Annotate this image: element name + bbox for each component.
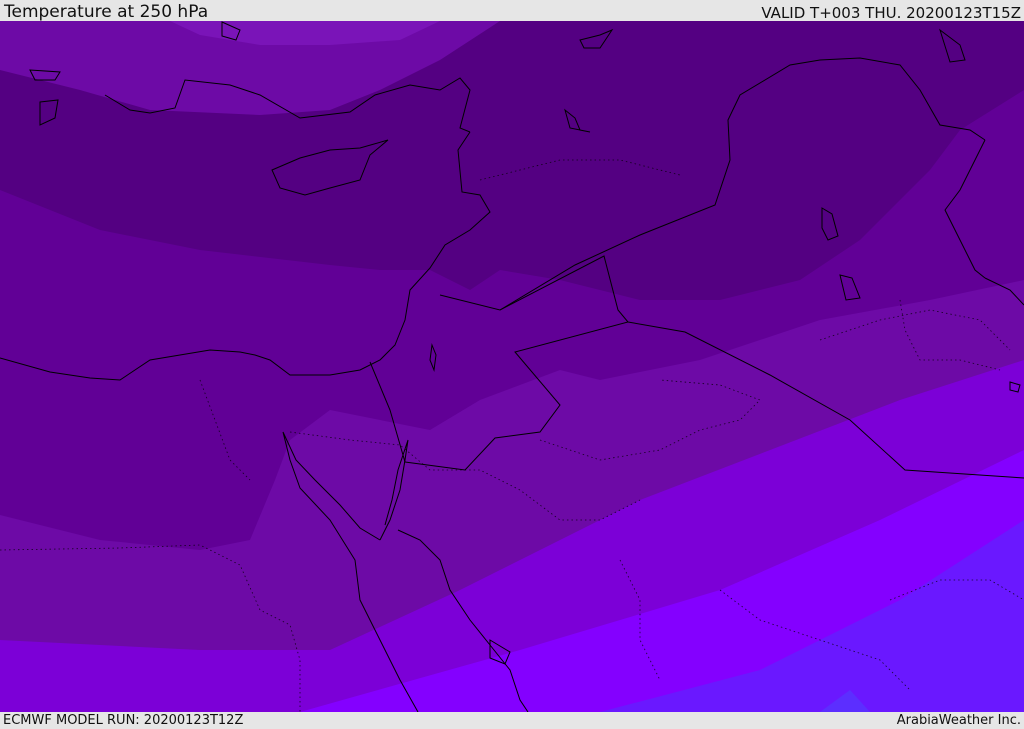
- map-footer: ECMWF MODEL RUN: 20200123T12Z ArabiaWeat…: [0, 712, 1024, 729]
- credit: ArabiaWeather Inc.: [896, 713, 1021, 728]
- weather-map: [0, 21, 1024, 712]
- valid-time: VALID T+003 THU. 20200123T15Z: [761, 4, 1021, 22]
- temperature-field-map: [0, 21, 1024, 712]
- model-run: ECMWF MODEL RUN: 20200123T12Z: [3, 713, 244, 728]
- map-title: Temperature at 250 hPa: [4, 2, 209, 22]
- map-header: Temperature at 250 hPa VALID T+003 THU. …: [0, 0, 1024, 21]
